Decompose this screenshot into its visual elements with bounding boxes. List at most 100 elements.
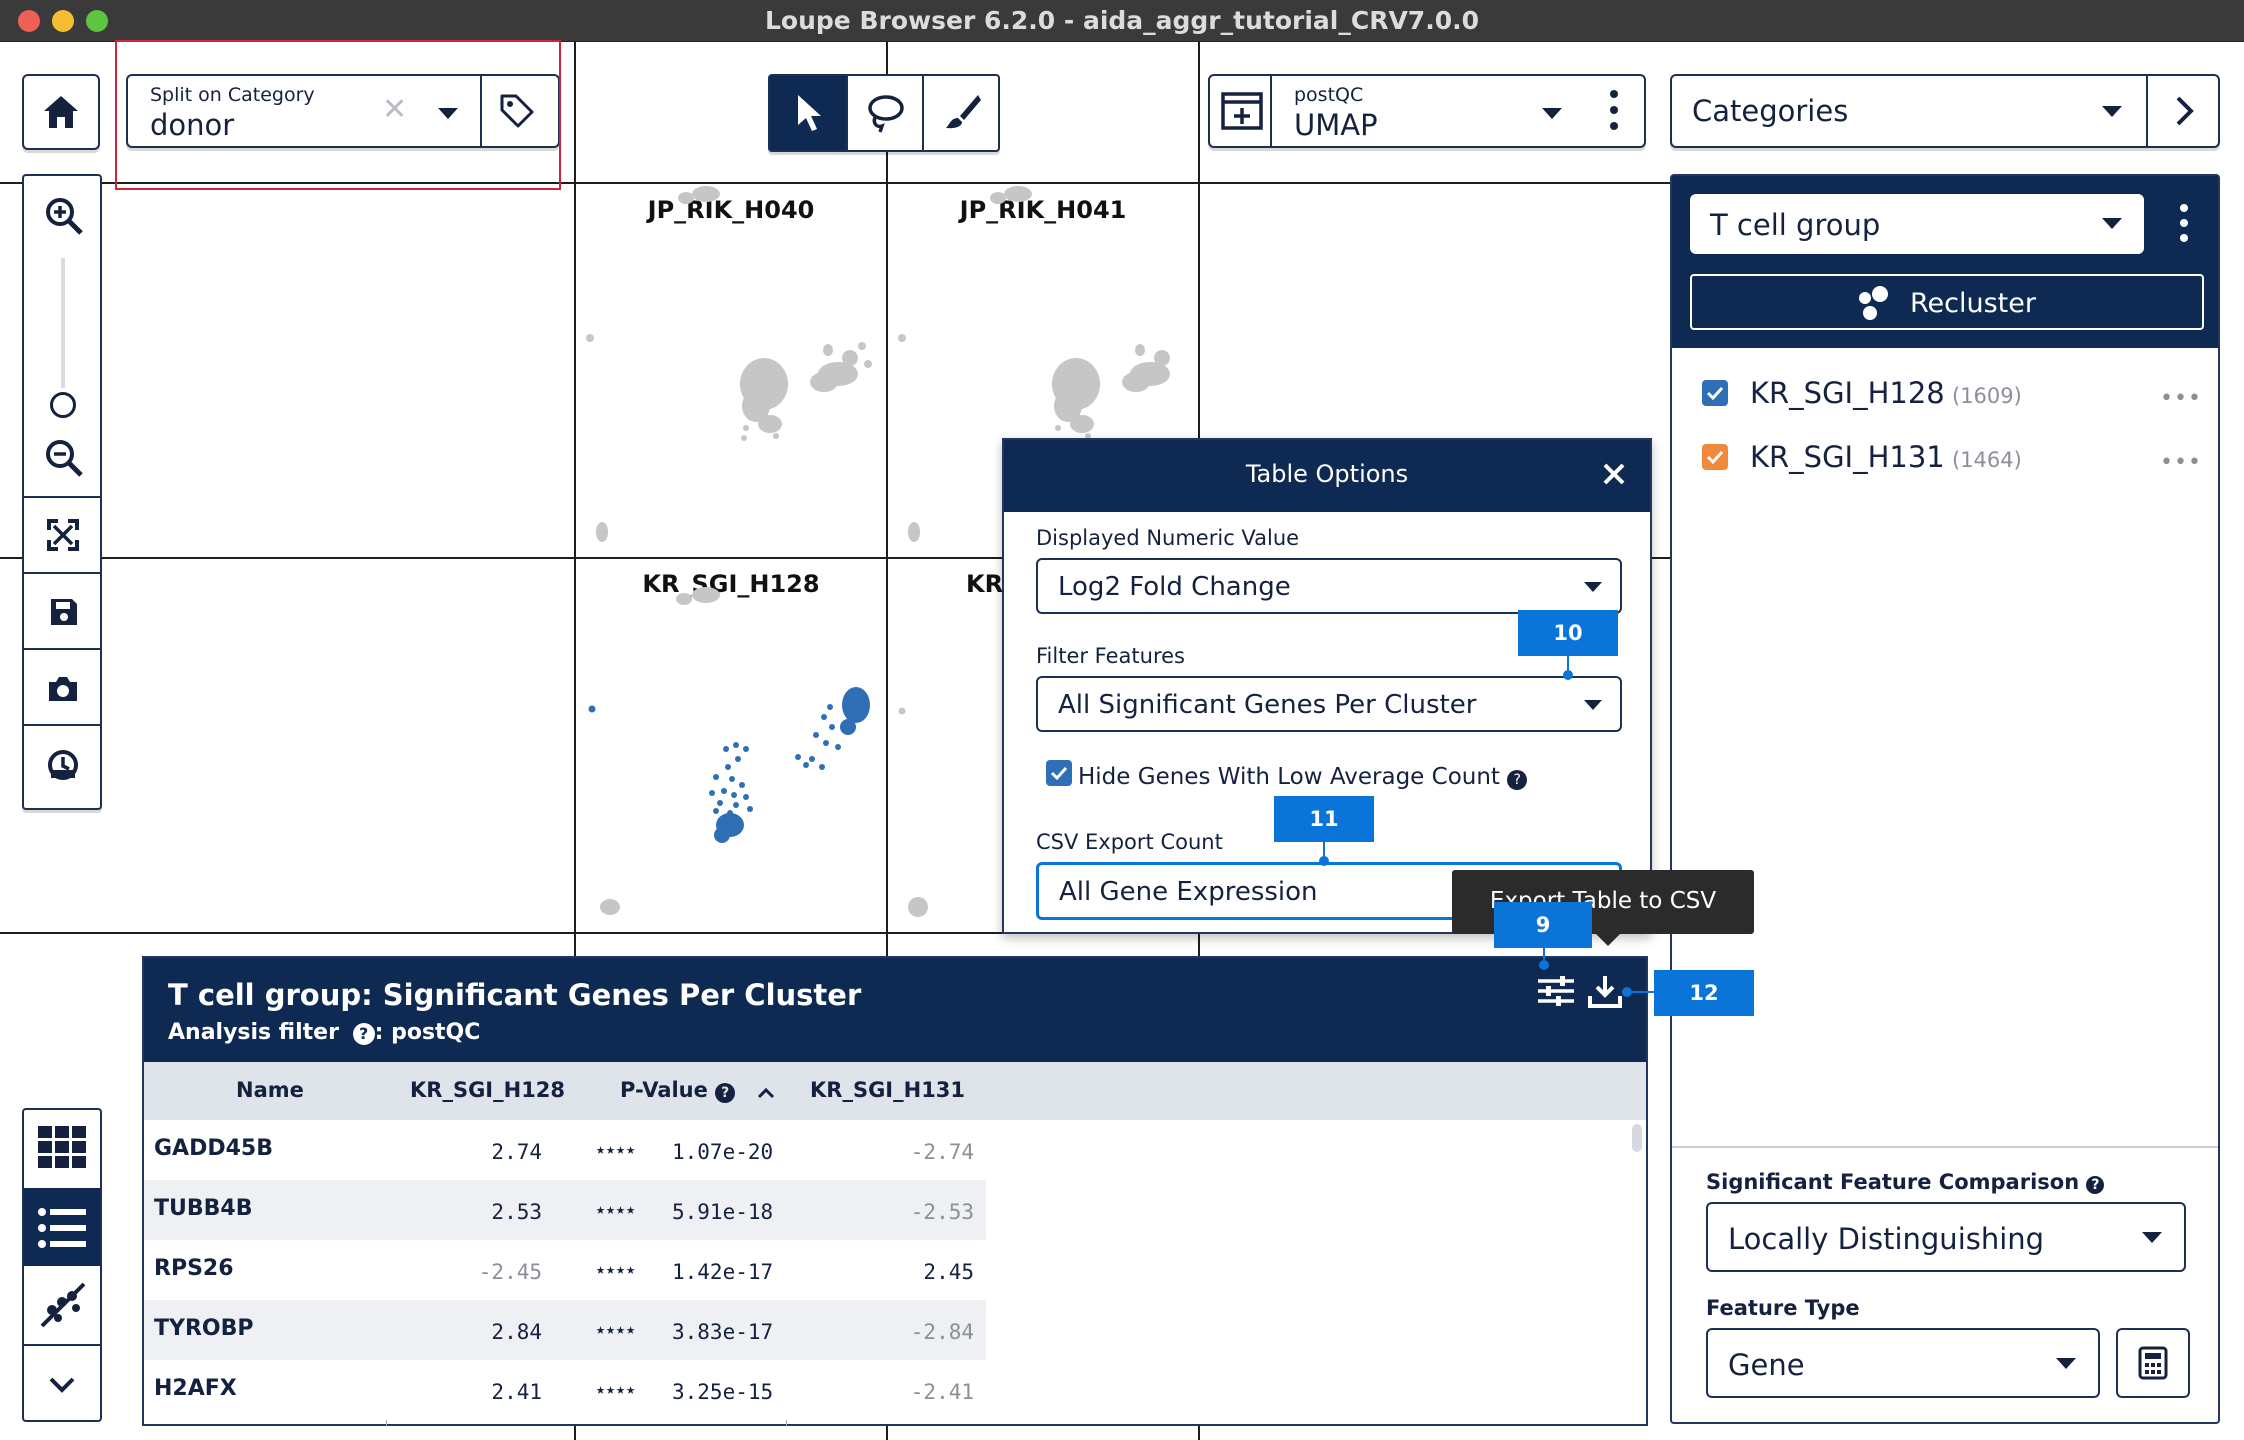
cursor-icon	[798, 95, 821, 131]
comparison-value: Locally Distinguishing	[1728, 1222, 2045, 1256]
check-icon	[1706, 450, 1724, 465]
list-view-icon	[38, 1208, 86, 1248]
divider	[1672, 1146, 2218, 1148]
divider	[24, 572, 100, 574]
sort-ascending-icon[interactable]	[756, 1086, 776, 1100]
save-icon[interactable]	[48, 596, 80, 628]
table-scrollbar[interactable]	[1632, 1124, 1642, 1152]
tool-selector	[768, 74, 1000, 152]
table-row[interactable]: RPS26 -2.45 ★★★★ 1.42e-17 2.45	[144, 1240, 986, 1300]
zoom-in-icon[interactable]	[44, 196, 84, 236]
gene-name: TYROBP	[154, 1316, 254, 1341]
zoom-out-icon[interactable]	[44, 438, 84, 478]
brush-tool-button[interactable]	[924, 76, 998, 150]
filter-features-value: All Significant Genes Per Cluster	[1058, 690, 1477, 720]
gene-name: H2AFX	[154, 1376, 237, 1401]
feature-type-value: Gene	[1728, 1348, 1805, 1382]
help-icon[interactable]: ?	[2086, 1176, 2105, 1194]
group-select[interactable]: T cell group	[1690, 194, 2144, 254]
value-kr-sgi-h131: -2.84	[910, 1320, 974, 1344]
download-icon[interactable]	[1588, 974, 1622, 1008]
pointer-tool-button[interactable]	[770, 76, 846, 150]
home-icon	[44, 96, 78, 128]
cluster-checkbox[interactable]	[1702, 380, 1728, 406]
kebab-menu-icon[interactable]	[1610, 90, 1618, 132]
chevron-down-icon[interactable]	[2102, 106, 2122, 117]
chevron-down-icon[interactable]	[2056, 1358, 2076, 1369]
help-icon[interactable]: ?	[1507, 770, 1528, 790]
significance-stars: ★★★★	[596, 1140, 637, 1158]
gene-name: GADD45B	[154, 1136, 273, 1161]
lasso-tool-button[interactable]	[848, 76, 922, 150]
table-row[interactable]: H2AFX 2.41 ★★★★ 3.25e-15 -2.41	[144, 1360, 986, 1420]
chevron-down-icon[interactable]	[1584, 700, 1602, 710]
value-kr-sgi-h128: 2.84	[491, 1320, 542, 1344]
filter-features-label: Filter Features	[1036, 644, 1185, 668]
numeric-value-value: Log2 Fold Change	[1058, 572, 1291, 602]
divider	[1270, 76, 1272, 146]
column-header-kr-sgi-h131[interactable]: KR_SGI_H131	[810, 1078, 965, 1102]
table-column-headers: Name KR_SGI_H128 P-Value ? KR_SGI_H131	[144, 1062, 1646, 1120]
scatter-plot-icon[interactable]	[38, 1280, 88, 1330]
home-button[interactable]	[22, 74, 100, 150]
more-options-icon[interactable]: •••	[2160, 386, 2202, 411]
annotation-dot	[1319, 856, 1329, 866]
window-title: Loupe Browser 6.2.0 - aida_aggr_tutorial…	[765, 6, 1479, 35]
projection-value: UMAP	[1294, 108, 1378, 142]
right-panel: T cell group Recluster KR_SGI_H128 (1609…	[1670, 174, 2220, 1424]
table-options-icon[interactable]	[1538, 976, 1574, 1006]
annotation-badge-10: 10	[1518, 610, 1618, 656]
umap-plot-jp-rik-h040[interactable]	[576, 184, 886, 556]
chevron-down-icon[interactable]	[48, 1376, 76, 1394]
history-icon[interactable]	[46, 748, 80, 782]
hide-low-count-label: Hide Genes With Low Average Count ?	[1078, 764, 1528, 790]
check-icon	[1706, 386, 1724, 401]
divider	[24, 1344, 100, 1346]
calculator-button[interactable]	[2116, 1328, 2190, 1398]
categories-select[interactable]: Categories	[1670, 74, 2220, 148]
close-icon[interactable]	[1602, 462, 1626, 486]
csv-export-label: CSV Export Count	[1036, 830, 1223, 854]
chevron-down-icon[interactable]	[2102, 218, 2122, 229]
chevron-right-icon[interactable]	[2172, 95, 2196, 127]
comparison-select[interactable]: Locally Distinguishing	[1706, 1202, 2186, 1272]
camera-icon[interactable]	[46, 674, 80, 704]
check-icon	[1050, 766, 1068, 781]
column-header-kr-sgi-h128[interactable]: KR_SGI_H128	[410, 1078, 565, 1102]
chevron-down-icon[interactable]	[2142, 1232, 2162, 1243]
table-row[interactable]: GADD45B 2.74 ★★★★ 1.07e-20 -2.74	[144, 1120, 986, 1180]
help-icon[interactable]: ?	[352, 1023, 375, 1045]
table-row[interactable]: TUBB4B 2.53 ★★★★ 5.91e-18 -2.53	[144, 1180, 986, 1240]
help-icon[interactable]: ?	[715, 1083, 736, 1103]
gene-name: TUBB4B	[154, 1196, 253, 1221]
numeric-value-label: Displayed Numeric Value	[1036, 526, 1300, 550]
cluster-count: (1464)	[1952, 448, 2022, 472]
feature-type-select[interactable]: Gene	[1706, 1328, 2100, 1398]
hide-low-count-checkbox[interactable]	[1046, 760, 1072, 786]
annotation-dot	[1622, 987, 1632, 997]
value-kr-sgi-h131: -2.41	[910, 1380, 974, 1404]
zoom-slider-track[interactable]	[61, 258, 65, 388]
zoom-slider-handle[interactable]	[50, 392, 76, 418]
recluster-button[interactable]: Recluster	[1690, 274, 2204, 330]
table-view-button[interactable]	[24, 1188, 100, 1266]
projection-select[interactable]: postQC UMAP	[1208, 74, 1646, 148]
table-row[interactable]: TYROBP 2.84 ★★★★ 3.83e-17 -2.84	[144, 1300, 986, 1360]
fit-view-icon[interactable]	[46, 518, 80, 552]
column-header-name[interactable]: Name	[236, 1078, 304, 1102]
cluster-checkbox[interactable]	[1702, 444, 1728, 470]
column-header-p-value[interactable]: P-Value ?	[620, 1078, 736, 1103]
kebab-menu-icon[interactable]	[2180, 204, 2188, 244]
filter-features-select[interactable]: All Significant Genes Per Cluster	[1036, 676, 1622, 732]
value-kr-sgi-h128: 2.74	[491, 1140, 542, 1164]
grid-view-icon[interactable]	[38, 1126, 86, 1168]
analysis-filter: Analysis filter ?: postQC	[168, 1020, 481, 1045]
numeric-value-select[interactable]: Log2 Fold Change	[1036, 558, 1622, 614]
chevron-down-icon[interactable]	[1542, 108, 1562, 119]
umap-plot-kr-sgi-h128[interactable]	[576, 559, 886, 931]
gene-name: RPS26	[154, 1256, 234, 1281]
more-options-icon[interactable]: •••	[2160, 450, 2202, 475]
recluster-label: Recluster	[1910, 288, 2036, 319]
chevron-down-icon[interactable]	[1584, 582, 1602, 592]
cluster-name: KR_SGI_H131	[1750, 440, 1945, 474]
